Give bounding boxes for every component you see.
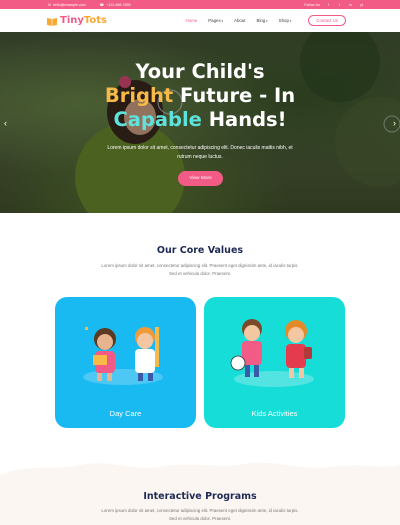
hero-banner: Your Child's Bright Future - In Capable … bbox=[0, 32, 400, 213]
nav-about[interactable]: About bbox=[234, 18, 245, 23]
core-values-text: Lorem ipsum dolor sit amet, consectetur … bbox=[101, 263, 299, 276]
kids-activities-label: Kids Activities bbox=[251, 409, 298, 418]
book-logo-icon bbox=[47, 17, 57, 26]
mail-icon: ✉ bbox=[48, 2, 52, 7]
nav-pages[interactable]: Pages bbox=[208, 18, 223, 23]
nav-blog[interactable]: Blog bbox=[257, 18, 268, 23]
view-more-button[interactable]: View More bbox=[178, 171, 223, 186]
phone-text: +123-456-7890 bbox=[106, 2, 131, 7]
hero-heading: Your Child's Bright Future - In Capable … bbox=[104, 60, 296, 131]
site-logo[interactable]: TinyTots bbox=[46, 15, 107, 26]
chevron-right-icon[interactable]: › bbox=[393, 118, 396, 128]
youtube-icon[interactable]: yt bbox=[359, 2, 364, 7]
phone-icon: ☎ bbox=[99, 2, 105, 7]
email-contact[interactable]: ✉ hello@example.com bbox=[48, 3, 86, 7]
linkedin-icon[interactable]: in bbox=[348, 2, 353, 7]
day-care-label: Day Care bbox=[109, 409, 142, 418]
email-text: hello@example.com bbox=[53, 2, 86, 7]
logo-text: TinyTots bbox=[60, 15, 107, 26]
nav-shop[interactable]: Shop bbox=[279, 18, 292, 23]
interactive-programs-text: Lorem ipsum dolor sit amet, consectetur … bbox=[101, 508, 299, 521]
core-values-title: Our Core Values bbox=[156, 245, 244, 256]
chevron-left-icon[interactable]: ‹ bbox=[4, 118, 7, 128]
facebook-icon[interactable]: f bbox=[326, 2, 331, 7]
nav-home[interactable]: Home bbox=[186, 18, 198, 23]
twitter-icon[interactable]: t bbox=[337, 2, 342, 7]
hero-description: Lorem ipsum dolor sit amet, consectetur … bbox=[107, 145, 293, 160]
day-care-card[interactable]: Day Care bbox=[55, 297, 196, 428]
phone-contact[interactable]: ☎ +123-456-7890 bbox=[100, 3, 131, 7]
top-bar: ✉ hello@example.com ☎ +123-456-7890 Foll… bbox=[0, 0, 400, 9]
main-header: TinyTots Home Pages About Blog Shop Cont… bbox=[0, 9, 400, 32]
kids-activities-card[interactable]: Kids Activities bbox=[204, 297, 345, 428]
interactive-programs-title: Interactive Programs bbox=[143, 491, 257, 502]
main-nav: Home Pages About Blog Shop Contact Us bbox=[186, 15, 346, 26]
follow-label: Follow Us bbox=[304, 2, 320, 7]
contact-us-button[interactable]: Contact Us bbox=[308, 15, 346, 26]
